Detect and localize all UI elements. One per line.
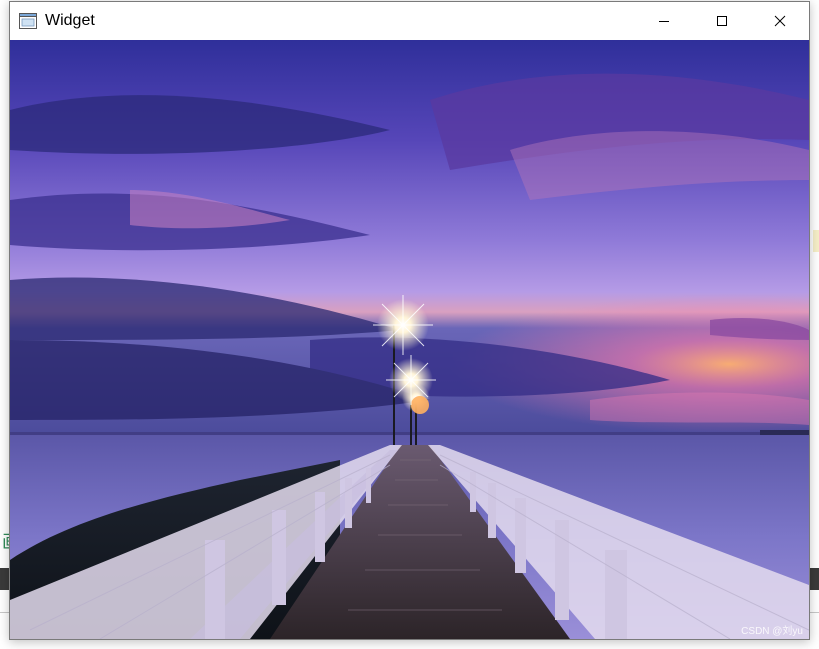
close-button[interactable] bbox=[751, 2, 809, 40]
minimize-icon bbox=[659, 21, 669, 22]
widget-window[interactable]: Widget CSDN @刘yu bbox=[9, 1, 810, 640]
maximize-button[interactable] bbox=[693, 2, 751, 40]
minimize-button[interactable] bbox=[635, 2, 693, 40]
backdrop-highlight bbox=[813, 230, 819, 252]
image-watermark: CSDN @刘yu bbox=[741, 626, 803, 637]
qt-widget-app-icon bbox=[19, 13, 37, 29]
widget-content-area: CSDN @刘yu bbox=[10, 40, 809, 639]
close-icon bbox=[774, 15, 786, 27]
maximize-icon bbox=[717, 16, 727, 26]
window-controls bbox=[635, 2, 809, 40]
pier-at-dusk-image bbox=[10, 40, 809, 639]
window-title: Widget bbox=[45, 12, 95, 29]
window-titlebar[interactable]: Widget bbox=[10, 2, 809, 40]
